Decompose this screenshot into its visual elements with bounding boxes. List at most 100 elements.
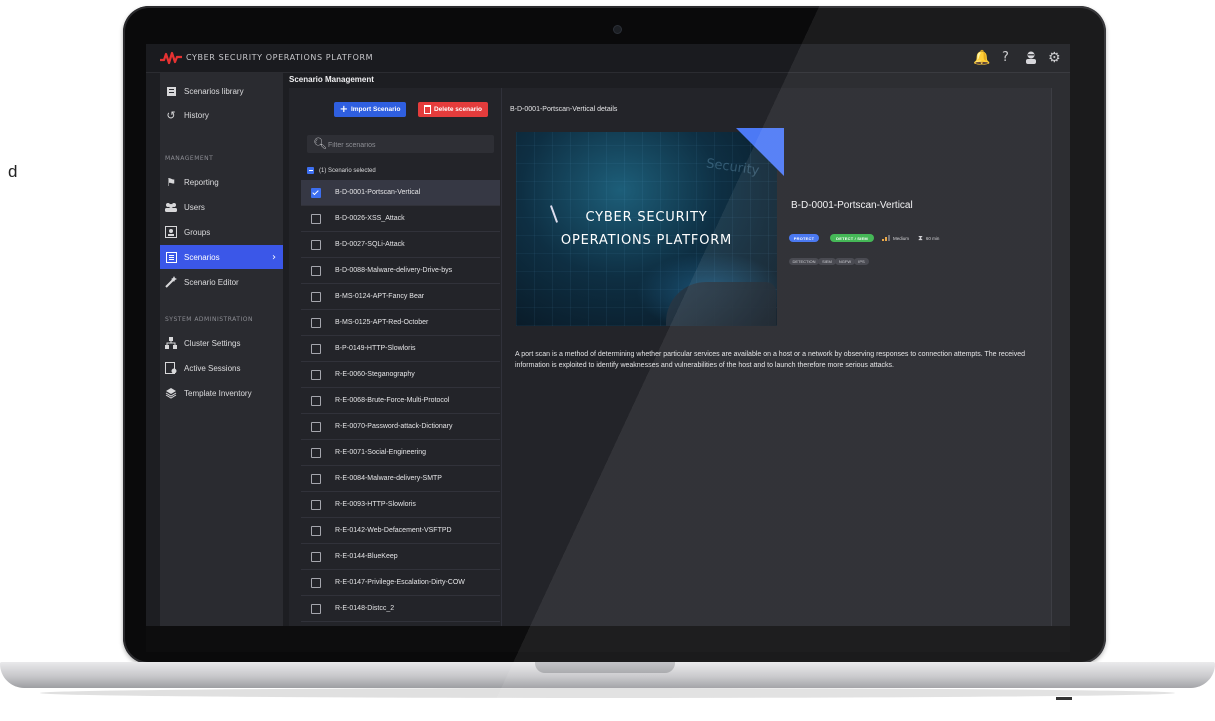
scenario-checkbox[interactable]: [311, 265, 321, 276]
book-icon: [165, 85, 177, 97]
cover-title-line1: CYBER SECURITY: [585, 210, 708, 225]
layers-icon: [165, 387, 177, 399]
filter-scenarios-input[interactable]: [326, 138, 490, 152]
tag-detection: DETECTION: [789, 258, 819, 265]
scenario-checkbox[interactable]: [311, 395, 321, 406]
scenario-name-label: R-E-0071-Social-Engineering: [335, 449, 427, 456]
difficulty-indicator: Medium: [882, 234, 909, 242]
scenario-name-label: B-MS-0124-APT-Fancy Bear: [335, 293, 425, 300]
scenario-name-label: B-D-0001-Portscan-Vertical: [335, 189, 421, 196]
sidebar-item-label: Scenarios library: [184, 86, 244, 96]
webcam: [613, 25, 622, 34]
app-title: CYBER SECURITY OPERATIONS PLATFORM: [186, 53, 374, 62]
delete-scenario-label: Delete scenario: [433, 106, 483, 113]
scenario-row[interactable]: B-P-0149-HTTP-Slowloris: [301, 336, 500, 362]
scenario-checkbox[interactable]: [311, 525, 321, 536]
scenario-row[interactable]: R-E-0148-Distcc_2: [301, 596, 500, 622]
tag-siem: SIEM: [818, 258, 836, 265]
scenario-checkbox[interactable]: [311, 343, 321, 354]
wand-icon: [165, 276, 177, 288]
flag-icon: ⚑: [166, 175, 176, 189]
scenario-row[interactable]: B-MS-0124-APT-Fancy Bear: [301, 284, 500, 310]
help-icon[interactable]: ?: [1002, 50, 1009, 66]
management-heading: MANAGEMENT: [165, 155, 214, 162]
scenario-checkbox[interactable]: [311, 447, 321, 458]
scenario-row[interactable]: B-MS-0125-APT-Red-October: [301, 310, 500, 336]
sidebar-item-groups[interactable]: Groups: [160, 220, 283, 244]
scenario-name-label: R-E-0070-Password-attack-Dictionary: [335, 423, 453, 430]
sidebar-item-users[interactable]: Users: [160, 195, 283, 219]
scenario-checkbox[interactable]: [311, 421, 321, 432]
scenario-checkbox[interactable]: [311, 291, 321, 302]
plus-icon: +: [339, 104, 348, 115]
scenario-row[interactable]: R-E-0093-HTTP-Slowloris: [301, 492, 500, 518]
tag-ips: IPS: [854, 258, 869, 265]
scenario-row[interactable]: R-E-0070-Password-attack-Dictionary: [301, 414, 500, 440]
chevron-right-icon: ›: [272, 251, 276, 263]
scenario-row[interactable]: R-E-0084-Malware-delivery-SMTP: [301, 466, 500, 492]
scenario-checkbox[interactable]: [311, 369, 321, 380]
filter-box: 🔍︎: [307, 135, 494, 153]
sidebar-item-reporting[interactable]: ⚑ Reporting: [160, 170, 283, 194]
panel-edge: [1051, 88, 1052, 626]
sidebar-item-label: Cluster Settings: [184, 338, 241, 348]
scenario-row[interactable]: R-E-0144-BlueKeep: [301, 544, 500, 570]
scenario-name-label: B-MS-0125-APT-Red-October: [335, 319, 429, 326]
screen: CYBER SECURITY OPERATIONS PLATFORM 🔔 ? ⚙…: [146, 44, 1070, 626]
history-icon: ↺: [166, 108, 176, 122]
scenario-checkbox[interactable]: [311, 317, 321, 328]
scenario-row[interactable]: R-E-0060-Steganography: [301, 362, 500, 388]
scenario-checkbox[interactable]: [311, 473, 321, 484]
scenario-row[interactable]: B-D-0027-SQLi-Attack: [301, 232, 500, 258]
scenario-row[interactable]: B-D-0088-Malware-delivery-Drive-bys: [301, 258, 500, 284]
scenario-list: B-D-0001-Portscan-Vertical B-D-0026-XSS_A…: [301, 180, 500, 626]
scenario-checkbox[interactable]: [311, 187, 321, 198]
details-heading: B-D-0001-Portscan-Vertical details: [510, 106, 618, 113]
scenario-row[interactable]: R-E-0147-Privilege-Escalation-Dirty-COW: [301, 570, 500, 596]
scenario-checkbox[interactable]: [311, 603, 321, 614]
hourglass-icon: ⧗: [918, 233, 923, 242]
sidebar-item-active-sessions[interactable]: Active Sessions: [160, 356, 283, 380]
scenario-row[interactable]: R-E-0068-Brute-Force-Multi-Protocol: [301, 388, 500, 414]
brand-logo-icon: [160, 51, 182, 65]
scenario-checkbox[interactable]: [311, 239, 321, 250]
sidebar-item-label: Active Sessions: [184, 363, 241, 373]
scenario-checkbox[interactable]: [311, 499, 321, 510]
sidebar-item-label: Users: [184, 202, 205, 212]
sidebar-item-cluster-settings[interactable]: Cluster Settings: [160, 331, 283, 355]
system-administration-heading: SYSTEM ADMINISTRATION: [165, 316, 253, 323]
select-all-checkbox[interactable]: [307, 167, 314, 174]
page-title: Scenario Management: [289, 75, 374, 84]
users-icon: [165, 201, 177, 213]
scenario-row[interactable]: B-D-0001-Portscan-Vertical: [301, 180, 500, 206]
scenario-name-label: R-E-0144-BlueKeep: [335, 553, 398, 560]
delete-scenario-button[interactable]: Delete scenario: [418, 102, 488, 117]
cover-title-line2: OPERATIONS PLATFORM: [560, 233, 733, 248]
sidebar-item-scenarios[interactable]: Scenarios ›: [160, 245, 283, 269]
trash-icon: [423, 105, 431, 114]
scenario-name-label: R-E-0084-Malware-delivery-SMTP: [335, 475, 442, 482]
scenario-name-label: R-E-0060-Steganography: [335, 371, 415, 378]
sidebar-item-label: Scenarios: [184, 252, 220, 262]
import-scenario-label: Import Scenario: [350, 106, 401, 113]
detect-siem-badge: DETECT / SIEM: [830, 234, 874, 242]
import-scenario-button[interactable]: + Import Scenario: [334, 102, 406, 117]
sidebar-item-scenario-editor[interactable]: Scenario Editor: [160, 270, 283, 294]
cover-hands: [666, 282, 776, 326]
sidebar-item-template-inventory[interactable]: Template Inventory: [160, 381, 283, 405]
scenario-row[interactable]: B-D-0026-XSS_Attack: [301, 206, 500, 232]
sidebar-item-history[interactable]: ↺ History: [160, 103, 283, 127]
bell-icon[interactable]: 🔔: [973, 50, 990, 66]
protect-badge: PROTECT: [789, 234, 819, 242]
user-avatar-icon[interactable]: [1024, 50, 1038, 68]
laptop-foot: [1056, 697, 1072, 700]
sessions-icon: [165, 362, 177, 374]
sidebar-item-label: History: [184, 110, 209, 120]
scenario-checkbox[interactable]: [311, 577, 321, 588]
scenario-row[interactable]: R-E-0071-Social-Engineering: [301, 440, 500, 466]
scenario-checkbox[interactable]: [311, 551, 321, 562]
scenario-checkbox[interactable]: [311, 213, 321, 224]
gear-icon[interactable]: ⚙: [1048, 50, 1061, 66]
sidebar-item-scenarios-library[interactable]: Scenarios library: [160, 79, 283, 103]
scenario-row[interactable]: R-E-0142-Web-Defacement-VSFTPD: [301, 518, 500, 544]
